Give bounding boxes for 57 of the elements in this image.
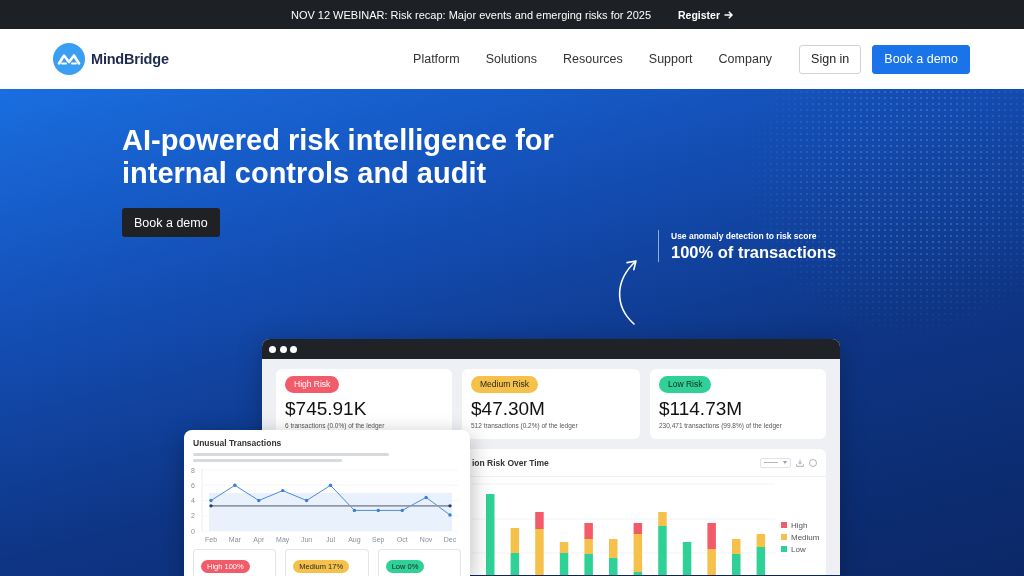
data-point — [352, 508, 357, 513]
window-dot-icon — [290, 345, 297, 353]
risk-badge: Medium Risk — [471, 376, 539, 393]
nav-link[interactable]: Solutions — [485, 52, 538, 66]
data-point — [304, 498, 309, 503]
callout-caption: Use anomaly detection to risk score — [671, 230, 818, 242]
nav-link[interactable]: Company — [718, 52, 773, 66]
bar-segment — [584, 539, 593, 554]
data-point — [448, 513, 452, 517]
book-demo-button[interactable]: Book a demo — [122, 208, 220, 237]
legend-label: High — [791, 520, 808, 530]
circle-icon[interactable] — [809, 458, 817, 467]
legend-label: Medium — [791, 532, 820, 542]
announcement-text: NOV 12 WEBINAR: Risk recap: Major events and emerging risks for 2025 — [290, 8, 652, 21]
data-point — [400, 508, 404, 513]
book-demo-button[interactable]: Book a demo — [872, 44, 970, 74]
risk-amount: $47.30M — [471, 398, 545, 420]
bar-segment — [510, 528, 520, 553]
risk-badge: High Risk — [285, 376, 340, 393]
caret-icon — [783, 461, 787, 464]
arrow-right-icon — [724, 10, 734, 19]
bar-segment — [732, 539, 741, 554]
dropdown-field[interactable] — [760, 457, 791, 468]
data-point — [233, 483, 237, 487]
bar-segment — [510, 553, 520, 575]
bar-segment — [609, 539, 618, 558]
nav-link[interactable]: Platform — [413, 52, 460, 66]
data-point — [376, 508, 380, 513]
callout-headline: 100% of transactions — [671, 242, 837, 262]
logo-text[interactable]: MindBridge — [91, 51, 169, 67]
data-point — [257, 498, 261, 503]
data-point — [424, 495, 428, 500]
bar-segment — [682, 542, 692, 575]
window-dot-icon — [279, 345, 287, 353]
chart-title: ion Risk Over Time — [472, 457, 549, 468]
register-link[interactable]: Register — [678, 8, 734, 21]
download-icon[interactable] — [796, 458, 804, 467]
logo-icon[interactable] — [53, 43, 85, 75]
data-point — [281, 488, 285, 493]
hero-heading: AI-powered risk intelligence for internal controls and audit — [122, 124, 555, 190]
sign-in-button[interactable]: Sign in — [799, 44, 862, 74]
risk-amount: $745.91K — [285, 398, 367, 420]
risk-amount: $114.73M — [659, 398, 743, 420]
card-title: Unusual Transactions — [193, 438, 283, 449]
bar-segment — [707, 523, 716, 549]
data-point — [448, 504, 452, 508]
bar-segment — [584, 554, 593, 575]
nav-link[interactable]: Resources — [563, 52, 623, 66]
bar-segment — [584, 523, 593, 539]
data-point — [328, 483, 333, 487]
window-dot-icon — [269, 345, 276, 353]
risk-badge: Low Risk — [659, 376, 712, 393]
bar-segment — [609, 558, 618, 575]
legend-label: Low — [791, 544, 806, 554]
nav-link[interactable]: Support — [648, 52, 693, 66]
bar-segment — [707, 549, 716, 575]
bar-segment — [732, 554, 741, 575]
